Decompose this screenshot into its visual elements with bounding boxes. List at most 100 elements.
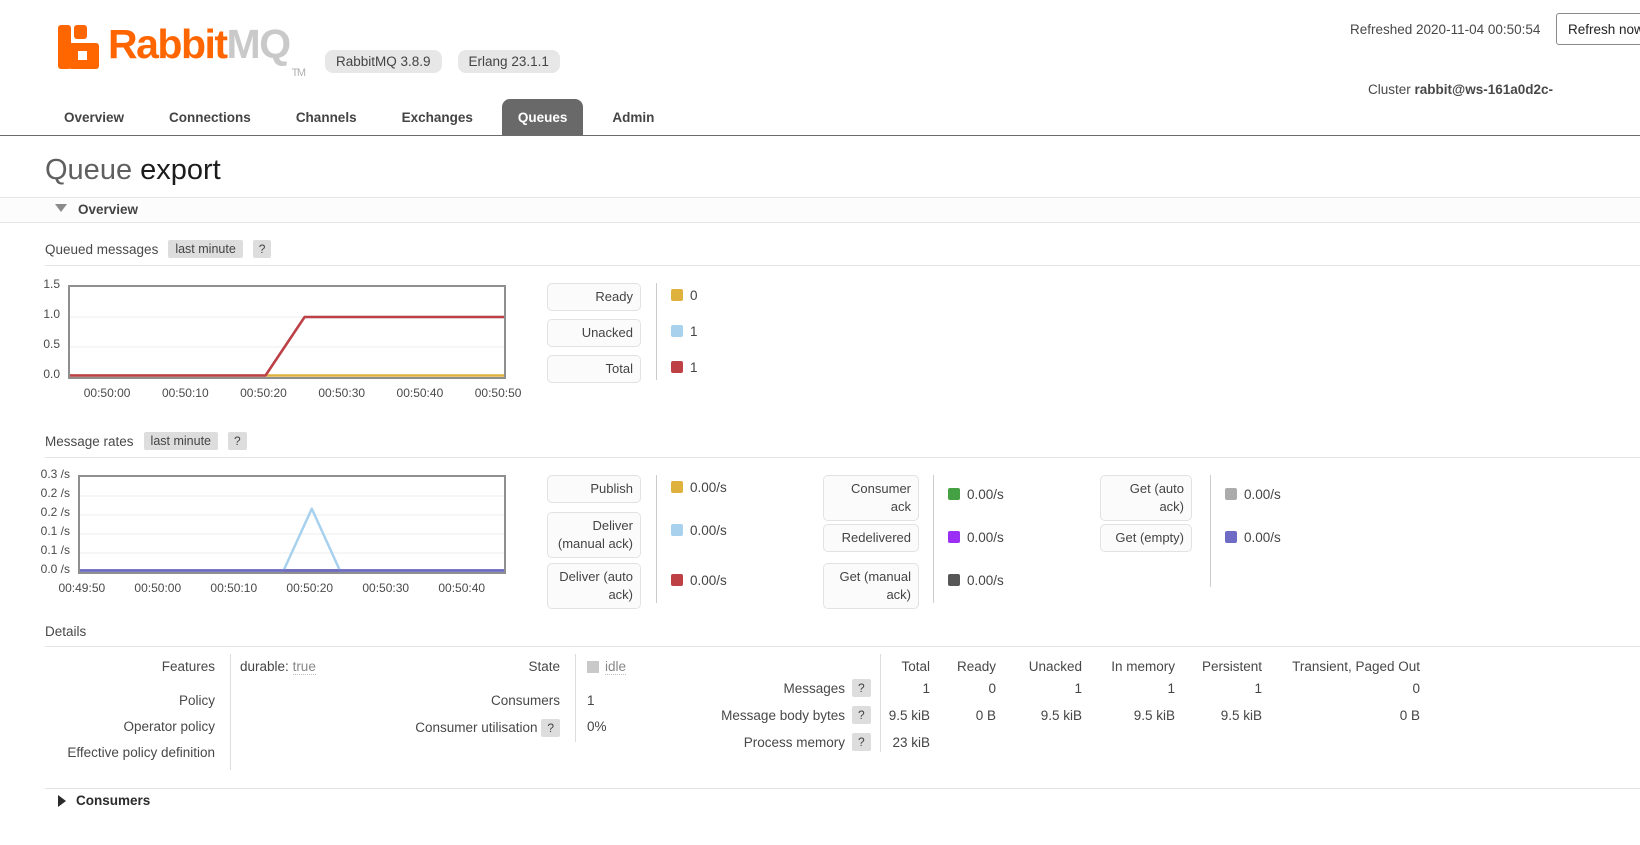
overview-section-header[interactable]: Overview (0, 197, 1640, 223)
y-axis-tick-label: 0.2 /s (10, 505, 70, 519)
tab-admin[interactable]: Admin (596, 99, 670, 135)
consumer-ack-color-swatch (948, 488, 960, 500)
durable-key: durable: (240, 659, 289, 674)
queued-messages-chart-canvas (68, 285, 506, 379)
rabbitmq-version-badge: RabbitMQ 3.8.9 (325, 50, 442, 73)
help-icon[interactable]: ? (228, 432, 247, 450)
body-bytes-total: 9.5 kiB (850, 708, 930, 723)
cluster-name: rabbit@ws-161a0d2c- (1415, 82, 1553, 97)
legend-consumer-ack[interactable]: Consumer ack (823, 475, 919, 521)
x-axis-tick-label: 00:50:20 (274, 581, 346, 595)
tab-connections[interactable]: Connections (153, 99, 267, 135)
column-header-in-memory: In memory (1085, 659, 1175, 674)
time-range-badge[interactable]: last minute (168, 240, 242, 258)
total-value: 1 (690, 360, 698, 375)
series-unacked (70, 317, 504, 376)
legend-get-auto-ack[interactable]: Get (auto ack) (1100, 475, 1192, 521)
consumer-utilisation-value: 0% (587, 719, 607, 734)
operator-policy-label: Operator policy (45, 719, 215, 734)
get-manual-ack-color-swatch (948, 574, 960, 586)
erlang-version-badge: Erlang 23.1.1 (458, 50, 560, 73)
x-axis-tick-label: 00:50:00 (122, 581, 194, 595)
features-label: Features (45, 659, 215, 674)
queued-messages-header: Queued messages last minute ? (45, 240, 1640, 266)
durable-value: true (293, 659, 316, 675)
consumers-label: Consumers (330, 693, 560, 708)
consumers-value: 1 (587, 693, 595, 708)
y-axis-tick-label: 0.5 (0, 337, 60, 351)
ready-color-swatch (671, 289, 683, 301)
tab-queues[interactable]: Queues (502, 99, 584, 135)
legend-divider (1210, 475, 1211, 587)
process-memory-row-label: Process memory (660, 735, 845, 750)
cluster-label: Cluster (1368, 82, 1411, 97)
message-rates-chart-canvas (78, 475, 506, 574)
body-bytes-transient-paged-out: 0 B (1270, 708, 1420, 723)
details-header: Details (45, 624, 1640, 647)
legend-get-empty[interactable]: Get (empty) (1100, 524, 1192, 552)
y-axis-tick-label: 1.0 (0, 307, 60, 321)
tab-channels[interactable]: Channels (280, 99, 373, 135)
x-axis-tick-label: 00:49:50 (46, 581, 118, 595)
rabbitmq-wordmark: RabbitMQTM (108, 24, 304, 79)
time-range-badge[interactable]: last minute (144, 432, 218, 450)
legend-get-manual-ack[interactable]: Get (manual ack) (823, 563, 919, 609)
rabbitmq-logo[interactable]: RabbitMQTM (58, 24, 304, 79)
legend-divider (656, 283, 657, 380)
message-rates-chart: 0.3 /s0.2 /s0.2 /s0.1 /s0.1 /s0.0 /s00:4… (78, 475, 506, 574)
queued-messages-title: Queued messages (45, 242, 158, 257)
policy-label: Policy (45, 693, 215, 708)
cluster-info: Cluster rabbit@ws-161a0d2c- (1368, 82, 1553, 97)
consumers-section-header[interactable]: Consumers (76, 793, 150, 808)
help-icon[interactable]: ? (541, 719, 560, 737)
y-axis-tick-label: 0.0 /s (10, 562, 70, 576)
consumer-ack-rate-value: 0.00/s (967, 487, 1004, 502)
messages-in-memory: 1 (1085, 681, 1175, 696)
ready-value: 0 (690, 288, 698, 303)
help-icon[interactable]: ? (253, 240, 272, 258)
queued-messages-chart: 1.51.00.50.000:50:0000:50:1000:50:2000:5… (68, 285, 506, 379)
x-axis-tick-label: 00:50:10 (198, 581, 270, 595)
page-title-prefix: Queue (45, 154, 132, 186)
y-axis-tick-label: 0.3 /s (10, 467, 70, 481)
message-rates-header: Message rates last minute ? (45, 432, 1640, 458)
column-header-total: Total (850, 659, 930, 674)
tab-exchanges[interactable]: Exchanges (386, 99, 489, 135)
column-header-transient-paged-out: Transient, Paged Out (1270, 659, 1420, 674)
get-manual-ack-rate-value: 0.00/s (967, 573, 1004, 588)
series-deliver-manual-ack- (80, 509, 504, 571)
x-axis-tick-label: 00:50:30 (306, 386, 378, 400)
legend-deliver-manual-ack[interactable]: Deliver (manual ack) (547, 512, 641, 558)
message-body-bytes-row-label: Message body bytes (660, 708, 845, 723)
y-axis-tick-label: 0.0 (0, 367, 60, 381)
tab-overview[interactable]: Overview (48, 99, 140, 135)
process-memory-value: 23 kiB (850, 735, 930, 750)
legend-deliver-auto-ack[interactable]: Deliver (auto ack) (547, 563, 641, 609)
y-axis-tick-label: 1.5 (0, 277, 60, 291)
rabbitmq-queue-page: RabbitMQTM RabbitMQ 3.8.9 Erlang 23.1.1 … (0, 0, 1640, 845)
legend-divider (656, 475, 657, 603)
legend-unacked[interactable]: Unacked (547, 319, 641, 347)
state-label: State (330, 659, 560, 674)
series-total (70, 317, 504, 376)
unacked-value: 1 (690, 324, 698, 339)
legend-redelivered[interactable]: Redelivered (823, 524, 919, 552)
trademark-symbol: TM (292, 68, 305, 79)
legend-ready[interactable]: Ready (547, 283, 641, 311)
x-axis-tick-label: 00:50:30 (350, 581, 422, 595)
section-rule (45, 788, 1640, 789)
message-rates-title: Message rates (45, 434, 134, 449)
x-axis-tick-label: 00:50:40 (426, 581, 498, 595)
version-badges: RabbitMQ 3.8.9 Erlang 23.1.1 (325, 50, 560, 73)
messages-persistent: 1 (1172, 681, 1262, 696)
legend-publish[interactable]: Publish (547, 475, 641, 503)
body-bytes-persistent: 9.5 kiB (1172, 708, 1262, 723)
overview-section-title: Overview (78, 202, 138, 217)
deliver-manual-ack-color-swatch (671, 524, 683, 536)
legend-total[interactable]: Total (547, 355, 641, 383)
column-header-persistent: Persistent (1172, 659, 1262, 674)
features-value: durable: true (240, 659, 316, 674)
refresh-now-button[interactable]: Refresh now (1556, 13, 1640, 45)
body-bytes-in-memory: 9.5 kiB (1085, 708, 1175, 723)
y-axis-tick-label: 0.2 /s (10, 486, 70, 500)
